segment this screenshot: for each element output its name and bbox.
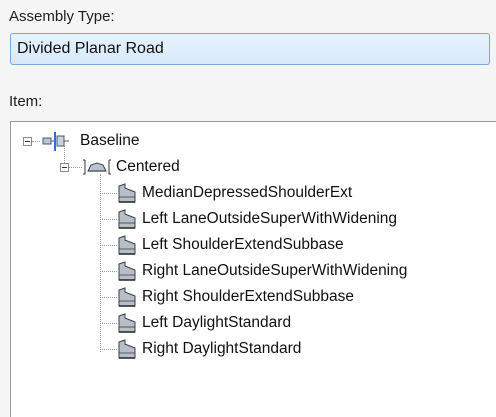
tree-connector	[100, 349, 117, 350]
tree-item-subassembly[interactable]: Left DaylightStandard	[116, 311, 291, 335]
tree-connector	[100, 219, 117, 220]
assembly-properties-panel: Assembly Type: Divided Planar Road Item:	[0, 0, 496, 417]
tree-item-label: MedianDepressedShoulderExt	[142, 184, 353, 201]
tree-item-label: Centered	[116, 158, 180, 175]
tree-item-label: Left DaylightStandard	[142, 314, 292, 331]
tree-item-label: Left LaneOutsideSuperWithWidening	[142, 210, 398, 227]
tree-item-label: Right ShoulderExtendSubbase	[142, 288, 354, 305]
tree-connector	[100, 271, 117, 272]
subassembly-icon	[116, 312, 138, 334]
tree-item-subassembly[interactable]: Right LaneOutsideSuperWithWidening	[116, 259, 407, 283]
tree-item-subassembly[interactable]: Right ShoulderExtendSubbase	[116, 285, 354, 309]
subassembly-icon	[116, 286, 138, 308]
assembly-icon	[82, 156, 112, 178]
tree-item-subassembly[interactable]: Left LaneOutsideSuperWithWidening	[116, 207, 397, 231]
subassembly-icon	[116, 182, 138, 204]
tree-connector	[100, 174, 101, 352]
subassembly-icon	[116, 234, 138, 256]
tree-connector	[32, 141, 40, 142]
item-tree[interactable]: Baseline Centered MedianDepressedShoulde…	[10, 121, 496, 417]
item-label: Item:	[9, 93, 43, 110]
tree-connector	[100, 297, 117, 298]
tree-item-subassembly[interactable]: Left ShoulderExtendSubbase	[116, 233, 344, 257]
tree-connector	[100, 193, 117, 194]
tree-item-label: Baseline	[80, 132, 140, 149]
tree-item-label: Left ShoulderExtendSubbase	[142, 236, 344, 253]
collapse-centered-button[interactable]	[60, 163, 69, 172]
collapse-baseline-button[interactable]	[23, 137, 32, 146]
tree-item-subassembly[interactable]: MedianDepressedShoulderExt	[116, 181, 352, 205]
assembly-type-label: Assembly Type:	[9, 8, 115, 25]
subassembly-icon	[116, 208, 138, 230]
tree-connector	[100, 245, 117, 246]
tree-item-label: Right LaneOutsideSuperWithWidening	[142, 262, 408, 279]
baseline-icon	[42, 130, 76, 152]
assembly-type-field[interactable]: Divided Planar Road	[10, 33, 490, 65]
subassembly-icon	[116, 260, 138, 282]
tree-connector	[100, 323, 117, 324]
tree-item-centered[interactable]: Centered	[82, 155, 180, 179]
tree-item-subassembly[interactable]: Right DaylightStandard	[116, 337, 301, 361]
subassembly-icon	[116, 338, 138, 360]
tree-item-label: Right DaylightStandard	[142, 340, 302, 357]
tree-item-baseline[interactable]: Baseline	[42, 129, 139, 153]
tree-connector	[68, 167, 82, 168]
